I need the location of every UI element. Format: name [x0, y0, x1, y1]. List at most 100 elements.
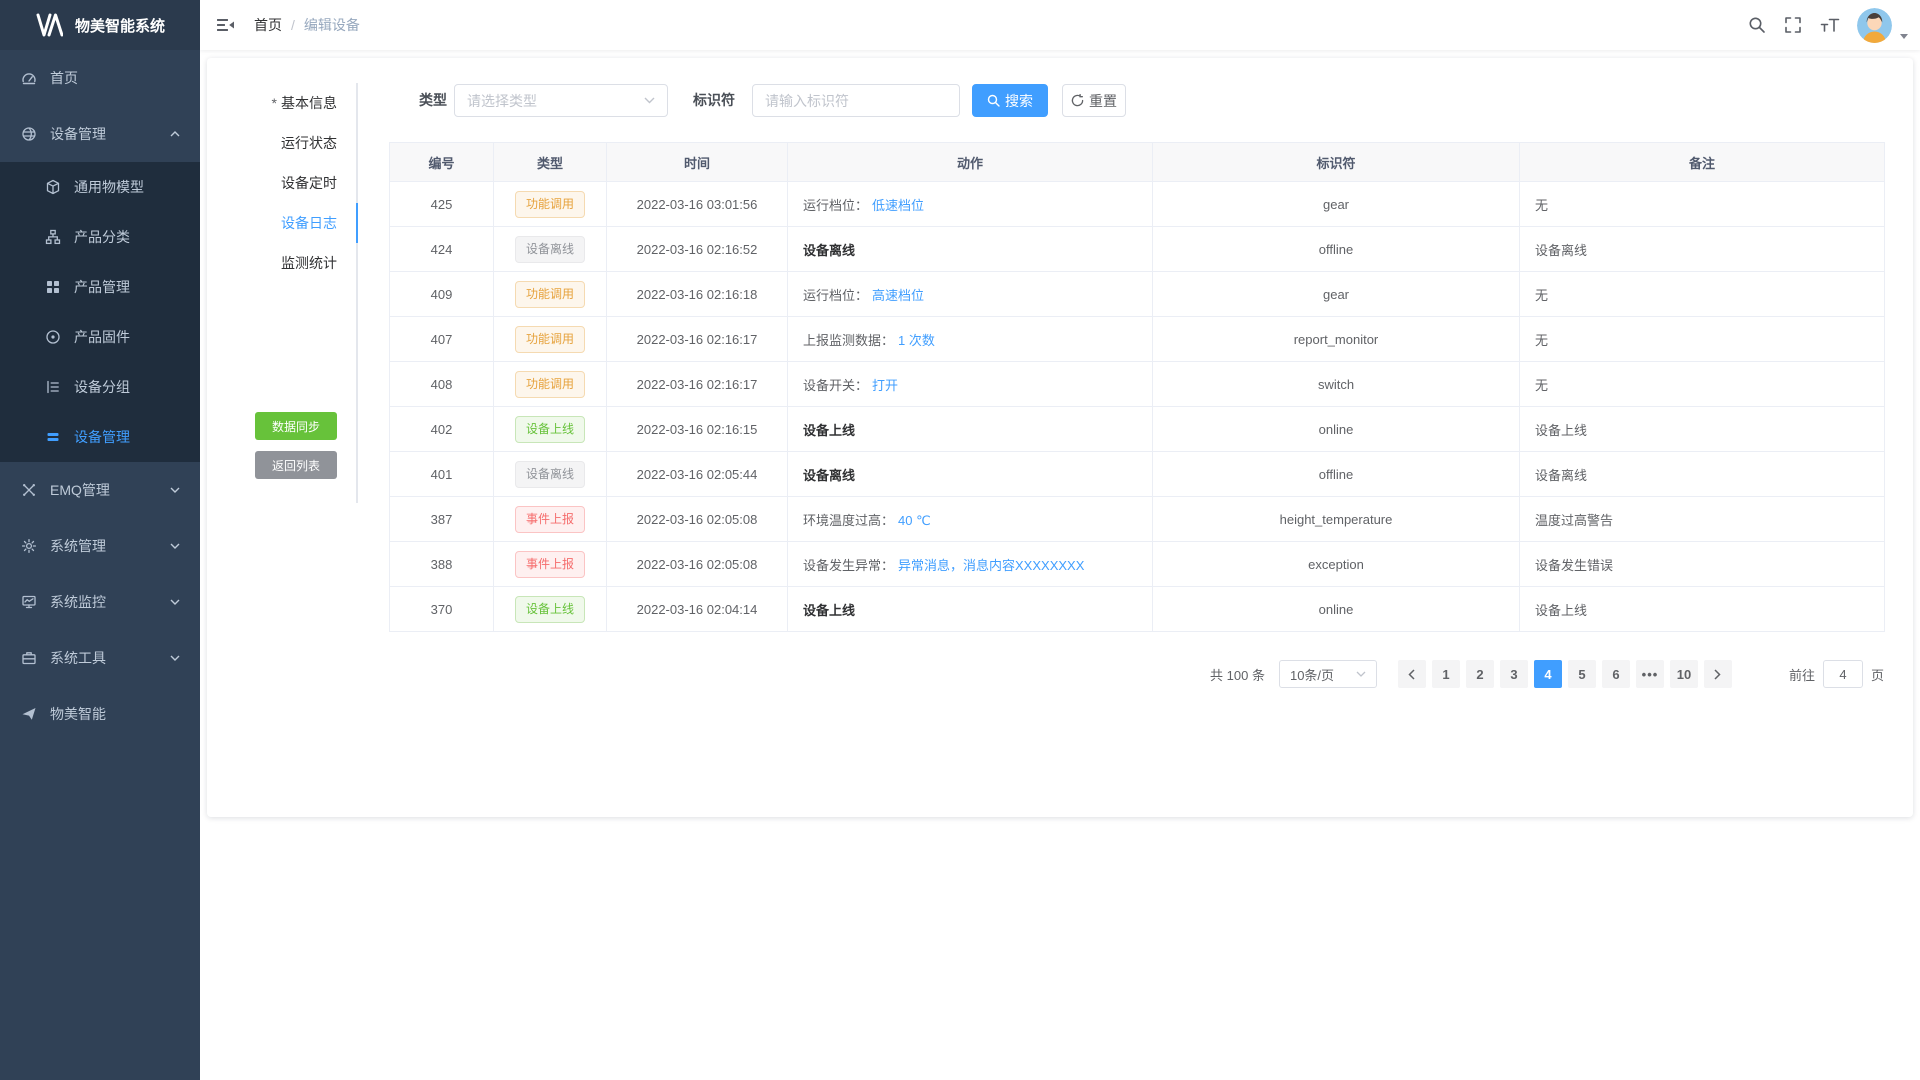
sidebar-item-home[interactable]: 首页: [0, 50, 200, 106]
pagination: 共 100 条 10条/页 1 2 3 4 5 6 ••• 10: [389, 660, 1884, 688]
prev-page-button[interactable]: [1398, 660, 1426, 688]
page-jumper: 前往 页: [1789, 660, 1884, 688]
serial-cell: 409: [390, 272, 494, 317]
identifier-cell: exception: [1153, 542, 1520, 587]
jump-unit: 页: [1871, 665, 1884, 684]
action-link[interactable]: 高速档位: [872, 288, 924, 303]
sidebar-item-wumei-smart[interactable]: 物美智能: [0, 686, 200, 742]
user-avatar[interactable]: [1857, 8, 1908, 43]
serial-cell: 424: [390, 227, 494, 272]
identifier-cell: online: [1153, 587, 1520, 632]
type-select[interactable]: 请选择类型: [454, 84, 668, 117]
time-cell: 2022-03-16 02:05:08: [607, 542, 788, 587]
breadcrumb-home-link[interactable]: 首页: [254, 15, 282, 35]
table-row: 387 事件上报 2022-03-16 02:05:08 环境温度过高：40 ℃…: [390, 497, 1885, 542]
table-row: 401 设备离线 2022-03-16 02:05:44 设备离线 offlin…: [390, 452, 1885, 497]
chevron-down-icon: [170, 543, 180, 549]
sidebar-item-product-category[interactable]: 产品分类: [0, 212, 200, 262]
sidebar-item-emq-management[interactable]: EMQ管理: [0, 462, 200, 518]
app-logo: 物美智能系统: [0, 0, 200, 50]
remark-cell: 设备上线: [1520, 587, 1885, 632]
action-cell: 设备上线: [788, 407, 1153, 452]
page-button-4-active[interactable]: 4: [1534, 660, 1562, 688]
serial-cell: 408: [390, 362, 494, 407]
identifier-input[interactable]: [752, 84, 960, 117]
filter-bar: 类型 请选择类型 标识符 搜索: [389, 84, 1884, 117]
tab-basic-info[interactable]: *基本信息: [207, 83, 357, 123]
sidebar-item-product-firmware[interactable]: 产品固件: [0, 312, 200, 362]
page-button-2[interactable]: 2: [1466, 660, 1494, 688]
main-area: *基本信息 运行状态 设备定时 设备日志 监测统计 数据同步 返回列表 类型 请…: [200, 50, 1920, 1080]
action-cell: 上报监测数据：1 次数: [788, 317, 1153, 362]
paper-plane-icon: [20, 706, 38, 722]
app-title: 物美智能系统: [75, 15, 165, 36]
sidebar-item-system-tools[interactable]: 系统工具: [0, 630, 200, 686]
tab-run-status[interactable]: 运行状态: [207, 123, 357, 163]
identifier-cell: report_monitor: [1153, 317, 1520, 362]
action-link[interactable]: 异常消息，消息内容XXXXXXXX: [898, 558, 1084, 573]
sidebar-item-device-management[interactable]: 设备管理: [0, 106, 200, 162]
back-to-list-button[interactable]: 返回列表: [255, 451, 337, 479]
dashboard-icon: [20, 70, 38, 86]
header-type: 类型: [494, 143, 607, 182]
tab-device-timing[interactable]: 设备定时: [207, 163, 357, 203]
page-button-10[interactable]: 10: [1670, 660, 1698, 688]
sidebar-item-product-management[interactable]: 产品管理: [0, 262, 200, 312]
action-link[interactable]: 打开: [872, 378, 898, 393]
total-count: 共 100 条: [1210, 665, 1265, 684]
remark-cell: 无: [1520, 362, 1885, 407]
action-cell: 运行档位：高速档位: [788, 272, 1153, 317]
identifier-cell: offline: [1153, 227, 1520, 272]
serial-cell: 407: [390, 317, 494, 362]
header-serial: 编号: [390, 143, 494, 182]
header-actions: [1739, 0, 1908, 50]
device-globe-icon: [20, 126, 38, 142]
action-cell: 环境温度过高：40 ℃: [788, 497, 1153, 542]
category-tree-icon: [44, 229, 62, 245]
identifier-cell: switch: [1153, 362, 1520, 407]
reset-button[interactable]: 重置: [1062, 84, 1126, 117]
sidebar-item-device-list[interactable]: 设备管理: [0, 412, 200, 462]
header-time: 时间: [607, 143, 788, 182]
identifier-cell: offline: [1153, 452, 1520, 497]
sidebar-item-system-management[interactable]: 系统管理: [0, 518, 200, 574]
sidebar-item-thing-model[interactable]: 通用物模型: [0, 162, 200, 212]
action-cell: 设备发生异常：异常消息，消息内容XXXXXXXX: [788, 542, 1153, 587]
action-link[interactable]: 40 ℃: [898, 513, 931, 528]
type-tag: 设备上线: [515, 416, 585, 443]
collapse-sidebar-icon[interactable]: [200, 15, 250, 35]
action-link[interactable]: 低速档位: [872, 198, 924, 213]
page-button-5[interactable]: 5: [1568, 660, 1596, 688]
font-size-icon[interactable]: [1811, 16, 1849, 34]
page-size-select[interactable]: 10条/页: [1279, 660, 1377, 688]
type-tag: 设备离线: [515, 236, 585, 263]
chevron-down-icon: [644, 97, 655, 104]
page-button-1[interactable]: 1: [1432, 660, 1460, 688]
type-tag: 设备上线: [515, 596, 585, 623]
more-pages-button[interactable]: •••: [1636, 660, 1664, 688]
fullscreen-icon[interactable]: [1775, 16, 1811, 34]
data-sync-button[interactable]: 数据同步: [255, 412, 337, 440]
serial-cell: 402: [390, 407, 494, 452]
type-tag: 功能调用: [515, 371, 585, 398]
jump-page-input[interactable]: [1823, 660, 1863, 688]
chevron-down-icon: [1356, 671, 1366, 677]
next-page-button[interactable]: [1704, 660, 1732, 688]
remark-cell: 设备离线: [1520, 452, 1885, 497]
page-button-3[interactable]: 3: [1500, 660, 1528, 688]
sidebar-item-system-monitor[interactable]: 系统监控: [0, 574, 200, 630]
table-row: 388 事件上报 2022-03-16 02:05:08 设备发生异常：异常消息…: [390, 542, 1885, 587]
search-icon[interactable]: [1739, 16, 1775, 34]
time-cell: 2022-03-16 02:16:52: [607, 227, 788, 272]
type-tag: 功能调用: [515, 326, 585, 353]
action-link[interactable]: 1 次数: [898, 333, 935, 348]
tab-device-log[interactable]: 设备日志: [207, 203, 357, 243]
search-button[interactable]: 搜索: [972, 84, 1048, 117]
group-list-icon: [44, 379, 62, 395]
sidebar-item-device-group[interactable]: 设备分组: [0, 362, 200, 412]
table-row: 408 功能调用 2022-03-16 02:16:17 设备开关：打开 swi…: [390, 362, 1885, 407]
page-button-6[interactable]: 6: [1602, 660, 1630, 688]
tab-monitor-stats[interactable]: 监测统计: [207, 243, 357, 283]
remark-cell: 无: [1520, 317, 1885, 362]
type-tag: 事件上报: [515, 506, 585, 533]
